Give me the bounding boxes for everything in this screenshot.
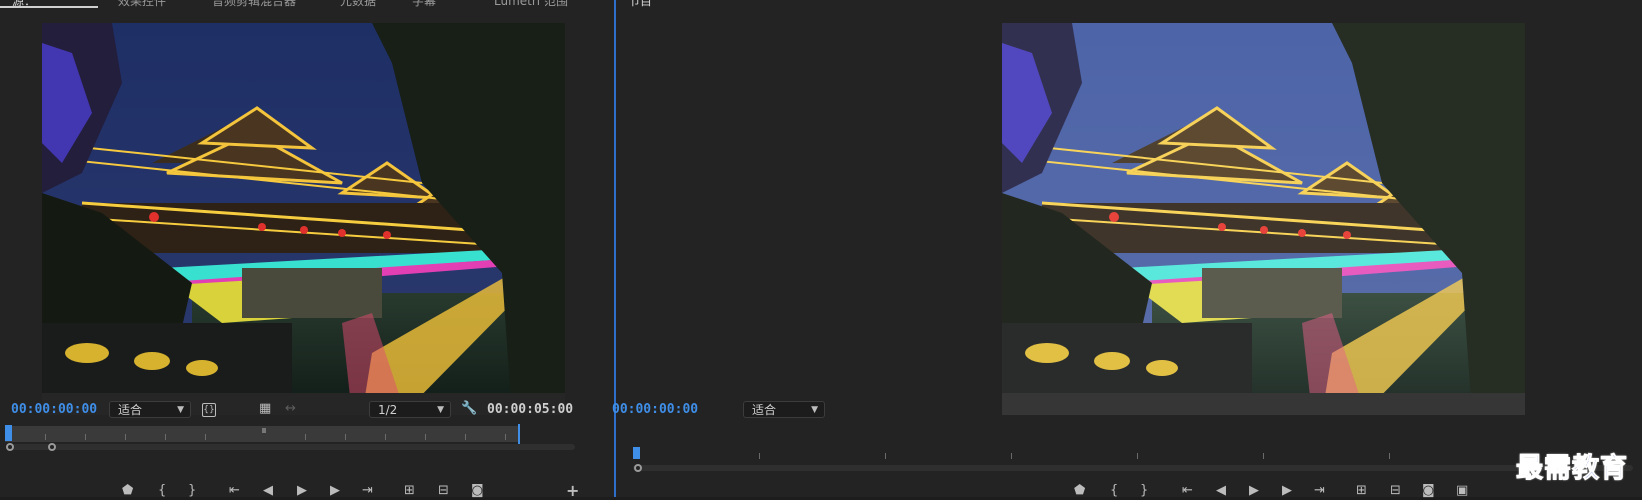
program-time-ruler[interactable]	[633, 441, 1633, 463]
play-icon[interactable]: ▶	[297, 484, 307, 498]
go-to-out-icon[interactable]: ⇥	[362, 484, 373, 498]
overwrite-icon[interactable]: ⊟	[438, 484, 449, 498]
source-scroll-handle-right[interactable]	[48, 443, 56, 451]
go-to-out-icon[interactable]: ⇥	[1314, 484, 1325, 498]
ruler-tick	[1263, 453, 1264, 459]
ruler-tick	[125, 434, 126, 440]
watermark-logo: 最需教育	[1516, 453, 1628, 485]
mark-out-icon[interactable]: }	[1140, 484, 1148, 498]
program-zoom-scrollbar[interactable]	[633, 465, 1633, 471]
extract-icon[interactable]: ⊟	[1390, 484, 1401, 498]
tab-metadata[interactable]: 元数据	[340, 0, 376, 9]
mark-in-icon[interactable]: {	[1110, 484, 1118, 498]
program-video-frame[interactable]	[1002, 23, 1525, 415]
program-monitor-panel: 节目 00:00:00:00 适合 ▼	[612, 0, 1642, 497]
program-current-timecode[interactable]: 00:00:00:00	[612, 402, 698, 417]
marker-icon[interactable]: ⬟	[122, 484, 133, 498]
ruler-tick	[305, 434, 306, 440]
comparison-view-icon[interactable]: ▣	[1456, 484, 1468, 498]
tab-captions[interactable]: 字幕	[412, 0, 436, 9]
plus-icon[interactable]: +	[566, 483, 579, 499]
source-playhead[interactable]	[5, 425, 12, 441]
source-scroll-handle-left[interactable]	[6, 443, 14, 451]
go-to-in-icon[interactable]: ⇤	[229, 484, 240, 498]
ruler-midpoint-marker	[262, 428, 266, 433]
source-zoom-scrollbar[interactable]	[10, 444, 575, 450]
program-playhead[interactable]	[633, 447, 640, 459]
safe-margins-icon[interactable]: {}	[202, 403, 216, 417]
ruler-tick	[345, 434, 346, 440]
ruler-tick	[165, 434, 166, 440]
go-to-in-icon[interactable]: ⇤	[1182, 484, 1193, 498]
camera-icon[interactable]: ◙	[471, 484, 484, 498]
ruler-tick	[205, 434, 206, 440]
source-zoom-select[interactable]: 适合 ▼	[109, 401, 191, 418]
tab-effect-controls[interactable]: 效果控件	[118, 0, 166, 9]
ruler-tick	[45, 434, 46, 440]
source-zoom-value: 适合	[118, 403, 143, 417]
ruler-tick	[1137, 453, 1138, 459]
program-transport-bar: ⬟ { } ⇤ ◀ ▶ ▶ ⇥ ⊞ ⊟ ◙ ▣	[616, 484, 1642, 500]
step-back-icon[interactable]: ◀	[1216, 484, 1226, 498]
lift-icon[interactable]: ⊞	[1356, 484, 1367, 498]
source-monitor-panel: 源： 效果控件 音频剪辑混合器 元数据 字幕 Lumetri 范围 00:00:…	[0, 0, 614, 500]
program-zoom-value: 适合	[752, 403, 777, 417]
mark-in-icon[interactable]: {	[158, 484, 166, 498]
tab-lumetri-scopes[interactable]: Lumetri 范围	[494, 0, 568, 9]
tab-program[interactable]: 节目	[628, 0, 652, 9]
tab-audio-clip-mixer[interactable]: 音频剪辑混合器	[212, 0, 296, 9]
ruler-tick	[759, 453, 760, 459]
mark-out-icon[interactable]: }	[188, 484, 196, 498]
ruler-tick	[465, 434, 466, 440]
ruler-tick	[885, 453, 886, 459]
source-duration-timecode: 00:00:05:00	[487, 402, 574, 417]
source-transport-bar: ⬟ { } ⇤ ◀ ▶ ▶ ⇥ ⊞ ⊟ ◙ +	[0, 483, 614, 500]
step-forward-icon[interactable]: ▶	[330, 484, 340, 498]
insert-icon[interactable]: ⊞	[404, 484, 415, 498]
ruler-tick	[1389, 453, 1390, 459]
source-resolution-select[interactable]: 1/2 ▼	[369, 401, 451, 418]
night-bridge-image	[42, 23, 565, 415]
source-time-ruler[interactable]	[5, 422, 520, 444]
ruler-tick	[425, 434, 426, 440]
active-tab-underline	[0, 6, 98, 8]
chevron-down-icon: ▼	[811, 405, 818, 415]
night-bridge-image-graded	[1002, 23, 1525, 415]
step-back-icon[interactable]: ◀	[263, 484, 273, 498]
drag-audio-video-icon[interactable]: ↔	[285, 402, 296, 416]
ruler-tick	[505, 434, 506, 440]
chevron-down-icon: ▼	[437, 405, 444, 415]
film-strip-icon[interactable]: ▦	[259, 402, 271, 416]
ruler-tick	[1011, 453, 1012, 459]
ruler-tick	[385, 434, 386, 440]
program-scroll-handle-left[interactable]	[634, 464, 642, 472]
step-forward-icon[interactable]: ▶	[1282, 484, 1292, 498]
chevron-down-icon: ▼	[177, 405, 184, 415]
source-tab-bar: 源： 效果控件 音频剪辑混合器 元数据 字幕 Lumetri 范围	[0, 0, 614, 8]
source-resolution-value: 1/2	[378, 403, 398, 417]
wrench-icon[interactable]: 🔧	[461, 402, 477, 416]
ruler-tick	[85, 434, 86, 440]
out-point-line	[518, 424, 520, 444]
camera-icon[interactable]: ◙	[1422, 484, 1435, 498]
play-icon[interactable]: ▶	[1249, 484, 1259, 498]
program-zoom-select[interactable]: 适合 ▼	[743, 401, 825, 418]
source-current-timecode[interactable]: 00:00:00:00	[11, 402, 97, 417]
marker-icon[interactable]: ⬟	[1074, 484, 1085, 498]
source-video-frame[interactable]	[42, 23, 565, 415]
